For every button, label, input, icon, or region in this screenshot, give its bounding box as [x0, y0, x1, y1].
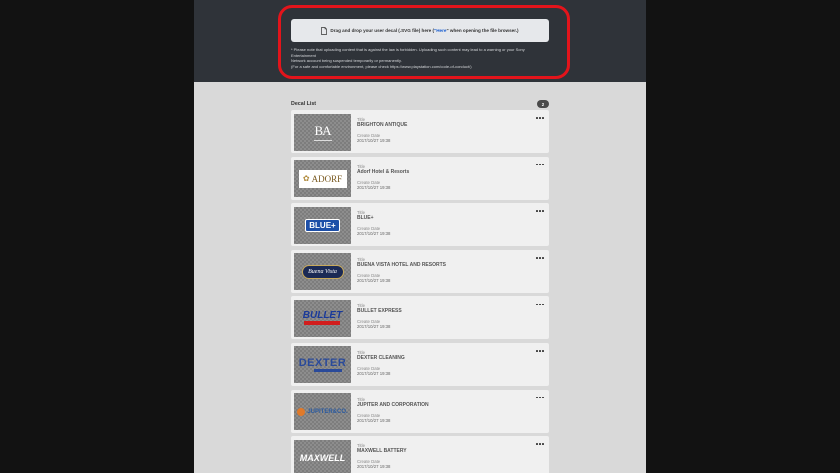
decal-thumbnail: ✿ ADORF: [294, 160, 351, 198]
brighton-antique-logo: BA: [313, 123, 332, 141]
decal-thumbnail: BA: [294, 113, 351, 151]
more-options-icon[interactable]: [536, 396, 544, 400]
decal-thumbnail: BLUE+: [294, 206, 351, 244]
decal-info: Title MAXWELL BATTERY Create Date 2017/1…: [357, 443, 527, 469]
decal-card[interactable]: DEXTER Title DEXTER CLEANING Create Date…: [291, 342, 549, 386]
decal-create-date: 2017/10/27 19:38: [357, 417, 391, 423]
bullet-express-logo: BULLET: [303, 311, 342, 326]
maxwell-battery-logo: MAXWELL: [299, 453, 346, 464]
decal-title: BULLET EXPRESS: [357, 308, 402, 315]
decal-card[interactable]: MAXWELL Title MAXWELL BATTERY Create Dat…: [291, 436, 549, 473]
decal-card[interactable]: Buena Vista Title BUENA VISTA HOTEL AND …: [291, 249, 549, 293]
decal-list-header: Decal List 2: [291, 99, 549, 109]
decal-title: BUENA VISTA HOTEL AND RESORTS: [357, 261, 446, 268]
adorf-logo: ✿ ADORF: [298, 169, 347, 188]
decal-title: BRIGHTON ANTIQUE: [357, 122, 408, 128]
more-options-icon[interactable]: [536, 209, 544, 213]
decal-info: Title DEXTER CLEANING Create Date 2017/1…: [357, 350, 527, 376]
decal-count-badge: 2: [537, 100, 549, 108]
decal-create-date: 2017/10/27 19:38: [357, 184, 391, 190]
decal-list-title: Decal List: [291, 101, 317, 107]
decal-card[interactable]: JUPITER&CO. Title JUPITER AND CORPORATIO…: [291, 389, 549, 433]
decal-title: DEXTER CLEANING: [357, 354, 405, 361]
decal-create-date: 2017/10/27 19:38: [357, 324, 391, 330]
decal-info: Title BLUE+ Create Date 2017/10/27 19:38: [357, 210, 527, 236]
decal-create-date: 2017/10/27 19:38: [357, 231, 391, 237]
decal-create-date: 2017/10/27 19:38: [357, 370, 391, 376]
decal-create-date: 2017/10/27 19:38: [357, 138, 391, 143]
decal-card[interactable]: BA Title BRIGHTON ANTIQUE Create Date 20…: [291, 110, 549, 153]
decal-info: Title BULLET EXPRESS Create Date 2017/10…: [357, 303, 527, 329]
decal-card[interactable]: ✿ ADORF Title Adorf Hotel & Resorts Crea…: [291, 156, 549, 200]
decal-info: Title JUPITER AND CORPORATION Create Dat…: [357, 397, 527, 423]
more-options-icon[interactable]: [536, 116, 544, 120]
more-options-icon[interactable]: [536, 163, 544, 167]
decal-title: JUPITER AND CORPORATION: [357, 401, 429, 408]
decal-thumbnail: DEXTER: [294, 346, 351, 384]
jupiter-co-logo: JUPITER&CO.: [297, 407, 348, 416]
more-options-icon[interactable]: [536, 302, 544, 306]
blue-plus-logo: BLUE+: [305, 218, 340, 232]
decal-title: BLUE+: [357, 215, 374, 222]
decal-create-date: 2017/10/27 19:38: [357, 464, 391, 470]
decal-info: Title Adorf Hotel & Resorts Create Date …: [357, 164, 527, 190]
decal-thumbnail: BULLET: [294, 299, 351, 337]
more-options-icon[interactable]: [536, 256, 544, 260]
dexter-cleaning-logo: DEXTER: [299, 357, 347, 372]
decal-title: Adorf Hotel & Resorts: [357, 168, 410, 175]
decal-info: Title BUENA VISTA HOTEL AND RESORTS Crea…: [357, 257, 527, 283]
decal-info: Title BRIGHTON ANTIQUE Create Date 2017/…: [357, 117, 527, 143]
decal-card[interactable]: BULLET Title BULLET EXPRESS Create Date …: [291, 296, 549, 340]
more-options-icon[interactable]: [536, 349, 544, 353]
more-options-icon[interactable]: [536, 442, 544, 446]
decal-thumbnail: MAXWELL: [294, 439, 351, 473]
decal-thumbnail: Buena Vista: [294, 253, 351, 291]
decal-create-date: 2017/10/27 19:38: [357, 277, 391, 283]
highlight-ring: [278, 5, 570, 79]
decal-title: MAXWELL BATTERY: [357, 448, 407, 455]
decal-card[interactable]: BLUE+ Title BLUE+ Create Date 2017/10/27…: [291, 203, 549, 247]
decal-list: BA Title BRIGHTON ANTIQUE Create Date 20…: [291, 110, 549, 473]
buena-vista-logo: Buena Vista: [301, 264, 344, 279]
decal-thumbnail: JUPITER&CO.: [294, 393, 351, 431]
